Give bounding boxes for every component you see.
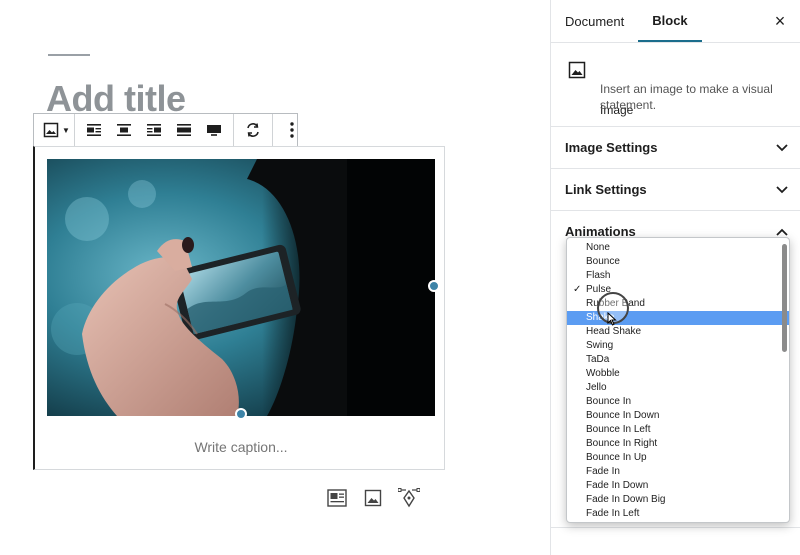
option-label: Bounce In Up	[586, 452, 647, 463]
option-label: Bounce In Right	[586, 438, 658, 449]
option-bounce-in[interactable]: Bounce In	[567, 395, 789, 409]
option-fade-in-left[interactable]: Fade In Left	[567, 507, 789, 521]
image-block[interactable]: Write caption...	[33, 146, 445, 470]
replace-icon[interactable]	[238, 115, 268, 145]
media-text-icon[interactable]	[326, 487, 348, 509]
align-full-icon[interactable]	[199, 115, 229, 145]
option-bounce-in-up[interactable]: Bounce In Up	[567, 451, 789, 465]
checkmark-icon: ✓	[573, 284, 582, 295]
option-tada[interactable]: TaDa	[567, 353, 789, 367]
toolbar-group-block-type: ▼	[34, 114, 75, 146]
tab-document[interactable]: Document	[551, 0, 638, 42]
animation-options: None Bounce Flash ✓ Pulse Rubber Band Shake Hea…	[567, 238, 789, 521]
option-label: Bounce In	[586, 396, 632, 407]
mouse-pointer-icon	[607, 312, 617, 326]
option-label: Bounce In Left	[586, 424, 651, 435]
close-icon[interactable]: ×	[770, 11, 790, 31]
option-wobble[interactable]: Wobble	[567, 367, 789, 381]
more-options-icon[interactable]	[277, 115, 307, 145]
image-icon	[568, 61, 586, 79]
option-fade-in-down[interactable]: Fade In Down	[567, 479, 789, 493]
sidebar-tabs: Document Block ×	[551, 0, 800, 43]
option-label: None	[586, 242, 610, 253]
chevron-down-icon[interactable]: ▼	[62, 126, 70, 135]
option-fade-in-down-big[interactable]: Fade In Down Big	[567, 493, 789, 507]
image-icon[interactable]	[362, 487, 384, 509]
option-label: Jello	[586, 382, 607, 393]
option-fade-in[interactable]: Fade In	[567, 465, 789, 479]
align-wide-icon[interactable]	[169, 115, 199, 145]
title-separator	[48, 54, 90, 56]
option-swing[interactable]: Swing	[567, 339, 789, 353]
option-label: Flash	[586, 270, 611, 281]
option-flash[interactable]: Flash	[567, 269, 789, 283]
panel-title: Link Settings	[565, 182, 647, 197]
option-bounce-in-right[interactable]: Bounce In Right	[567, 437, 789, 451]
chevron-down-icon	[776, 182, 788, 197]
option-label: Bounce	[586, 256, 620, 267]
panel-link-settings[interactable]: Link Settings	[551, 169, 800, 211]
block-toolbar: ▼	[33, 113, 298, 147]
toolbar-group-replace	[234, 114, 273, 146]
inserter-shortcuts	[326, 487, 420, 509]
pen-tool-icon[interactable]	[398, 487, 420, 509]
image-icon[interactable]	[38, 115, 64, 145]
editor-canvas: Add title ▼ Write caption...	[0, 0, 550, 555]
option-bounce-in-left[interactable]: Bounce In Left	[567, 423, 789, 437]
divider	[551, 527, 800, 528]
option-head-shake[interactable]: Head Shake	[567, 325, 789, 339]
align-left-icon[interactable]	[79, 115, 109, 145]
option-label: Fade In	[586, 466, 620, 477]
toolbar-group-more	[273, 114, 311, 146]
align-right-icon[interactable]	[139, 115, 169, 145]
animation-select-list[interactable]: None Bounce Flash ✓ Pulse Rubber Band Shake Hea…	[566, 237, 790, 523]
block-card: Image Insert an image to make a visual s…	[551, 43, 800, 127]
caption-input[interactable]: Write caption...	[35, 439, 447, 455]
resize-handle-bottom[interactable]	[235, 408, 247, 420]
option-label: Swing	[586, 340, 614, 351]
align-center-icon[interactable]	[109, 115, 139, 145]
toolbar-group-alignment	[75, 114, 234, 146]
block-image[interactable]	[47, 159, 435, 416]
panel-title: Image Settings	[565, 140, 658, 155]
block-card-description: Insert an image to make a visual stateme…	[600, 82, 773, 112]
tab-block[interactable]: Block	[638, 0, 702, 42]
option-jello[interactable]: Jello	[567, 381, 789, 395]
option-label: Fade In Down	[586, 480, 649, 491]
option-pulse[interactable]: ✓ Pulse	[567, 283, 789, 297]
option-label: Bounce In Down	[586, 410, 660, 421]
option-bounce-in-down[interactable]: Bounce In Down	[567, 409, 789, 423]
option-none[interactable]: None	[567, 241, 789, 255]
panel-image-settings[interactable]: Image Settings	[551, 127, 800, 169]
option-label: TaDa	[586, 354, 610, 365]
option-label: Fade In Left	[586, 508, 640, 519]
resize-handle-right[interactable]	[428, 280, 440, 292]
scrollbar[interactable]	[782, 244, 787, 352]
option-bounce[interactable]: Bounce	[567, 255, 789, 269]
chevron-down-icon	[776, 140, 788, 155]
option-label: Fade In Down Big	[586, 494, 666, 505]
option-label: Wobble	[586, 368, 620, 379]
option-label: Head Shake	[586, 326, 642, 337]
